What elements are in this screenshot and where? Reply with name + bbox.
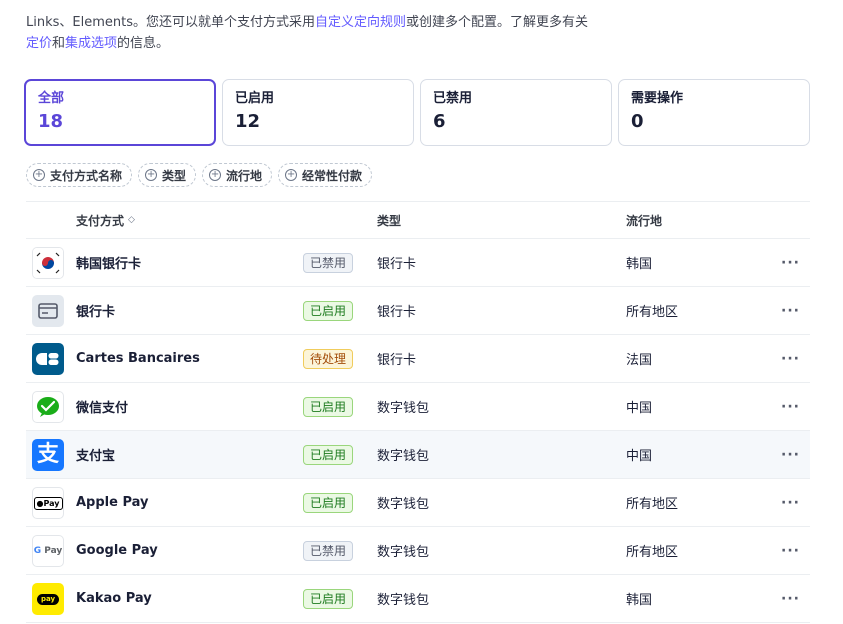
table-row[interactable]: Cartes Bancaires 待处理 银行卡 法国 ···	[26, 335, 810, 383]
method-type: 数字钱包	[377, 593, 430, 608]
more-actions-button[interactable]: ···	[781, 591, 800, 607]
kakao-pay-logo: pay	[32, 583, 64, 615]
method-region: 中国	[626, 449, 653, 464]
add-circle-icon: +	[33, 169, 45, 181]
method-name: 微信支付	[76, 401, 129, 416]
filter-chip-recurring[interactable]: + 经常性付款	[278, 163, 373, 187]
alipay-logo: 支	[32, 439, 64, 471]
column-header-name[interactable]: 支付方式 ◇	[76, 212, 135, 229]
card-count: 18	[38, 111, 64, 132]
method-type: 数字钱包	[377, 545, 430, 560]
column-header-region: 流行地	[626, 213, 663, 228]
method-type: 数字钱包	[377, 497, 430, 512]
more-actions-button[interactable]: ···	[781, 303, 800, 319]
status-badge: 已禁用	[303, 252, 354, 273]
intro-text-2: 或创建多个配置。了解更多有关	[406, 15, 589, 30]
intro-text-1: Links、Elements。您还可以就单个支付方式采用	[26, 15, 315, 30]
method-name: 韩国银行卡	[76, 257, 142, 272]
filter-chips: + 支付方式名称 + 类型 + 流行地 + 经常性付款	[26, 163, 373, 187]
card-label: 已禁用	[433, 91, 473, 106]
korea-flag-icon	[32, 247, 64, 279]
table-row[interactable]: 微信支付 已启用 数字钱包 中国 ···	[26, 383, 810, 431]
method-region: 所有地区	[626, 545, 679, 560]
table-row[interactable]: 银行卡 已启用 银行卡 所有地区 ···	[26, 287, 810, 335]
integration-options-link[interactable]: 集成选项	[65, 36, 117, 51]
method-type: 银行卡	[377, 257, 417, 272]
add-circle-icon: +	[145, 169, 158, 181]
more-actions-button[interactable]: ···	[781, 447, 800, 463]
more-actions-button[interactable]: ···	[781, 255, 800, 271]
filter-chip-type[interactable]: + 类型	[138, 163, 197, 187]
method-name: 银行卡	[76, 305, 116, 320]
method-type: 银行卡	[377, 305, 417, 320]
method-name: 支付宝	[76, 449, 116, 464]
method-region: 所有地区	[626, 305, 679, 320]
method-type: 数字钱包	[377, 401, 430, 416]
method-type: 银行卡	[377, 353, 417, 368]
card-count: 6	[433, 111, 446, 132]
custom-rules-link[interactable]: 自定义定向规则	[315, 15, 406, 30]
more-actions-button[interactable]: ···	[781, 399, 800, 415]
wechat-pay-logo	[32, 391, 64, 423]
table-row[interactable]: pay Kakao Pay 已启用 数字钱包 韩国 ···	[26, 575, 810, 623]
filter-card-disabled[interactable]: 已禁用 6	[420, 79, 612, 146]
column-header-name-label: 支付方式	[76, 213, 125, 228]
method-region: 中国	[626, 401, 653, 416]
method-region: 法国	[626, 353, 653, 368]
pricing-link[interactable]: 定价	[26, 36, 52, 51]
column-header-type: 类型	[377, 213, 402, 228]
method-type: 数字钱包	[377, 449, 430, 464]
more-actions-button[interactable]: ···	[781, 495, 800, 511]
method-name: Cartes Bancaires	[76, 351, 200, 366]
card-label: 全部	[38, 91, 65, 106]
status-filter-cards: 全部 18 已启用 12 已禁用 6 需要操作 0	[24, 79, 810, 146]
filter-chip-region[interactable]: + 流行地	[202, 163, 273, 187]
method-name: Google Pay	[76, 543, 158, 558]
filter-card-action-required[interactable]: 需要操作 0	[618, 79, 810, 146]
method-region: 所有地区	[626, 497, 679, 512]
sort-icon: ◇	[128, 215, 135, 225]
intro-text: Links、Elements。您还可以就单个支付方式采用自定义定向规则或创建多个…	[26, 12, 646, 54]
more-actions-button[interactable]: ···	[781, 543, 800, 559]
status-badge: 已启用	[303, 444, 354, 465]
status-badge: 待处理	[303, 348, 354, 369]
card-count: 0	[631, 111, 644, 132]
more-actions-button[interactable]: ···	[781, 351, 800, 367]
cartes-bancaires-logo	[32, 343, 64, 375]
add-circle-icon: +	[285, 169, 298, 181]
status-badge: 已启用	[303, 300, 354, 321]
status-badge: 已启用	[303, 588, 354, 609]
card-icon	[32, 295, 64, 327]
chip-label: 经常性付款	[302, 168, 363, 183]
intro-text-3: 和	[52, 36, 66, 51]
filter-card-all[interactable]: 全部 18	[24, 79, 216, 146]
table-row[interactable]: 支 支付宝 已启用 数字钱包 中国 ···	[26, 431, 810, 479]
add-circle-icon: +	[209, 169, 222, 181]
chip-label: 支付方式名称	[50, 168, 123, 183]
card-count: 12	[235, 111, 261, 132]
status-badge: 已启用	[303, 492, 354, 513]
status-badge: 已启用	[303, 396, 354, 417]
card-label: 需要操作	[631, 91, 684, 106]
filter-card-enabled[interactable]: 已启用 12	[222, 79, 414, 146]
payment-methods-table: 支付方式 ◇ 类型 流行地 韩国银行卡 已禁用 银行卡 韩国 ··· 银行卡 已…	[26, 201, 810, 623]
table-row[interactable]: 韩国银行卡 已禁用 银行卡 韩国 ···	[26, 239, 810, 287]
apple-pay-logo: ●Pay	[32, 487, 64, 519]
method-region: 韩国	[626, 257, 653, 272]
method-region: 韩国	[626, 593, 653, 608]
filter-chip-name[interactable]: + 支付方式名称	[26, 163, 133, 187]
table-row[interactable]: ●Pay Apple Pay 已启用 数字钱包 所有地区 ···	[26, 479, 810, 527]
method-name: Apple Pay	[76, 495, 149, 510]
table-header: 支付方式 ◇ 类型 流行地	[26, 202, 810, 239]
table-row[interactable]: G Pay Google Pay 已禁用 数字钱包 所有地区 ···	[26, 527, 810, 575]
intro-text-4: 的信息。	[117, 36, 170, 51]
card-label: 已启用	[235, 91, 275, 106]
method-name: Kakao Pay	[76, 591, 152, 606]
chip-label: 类型	[162, 168, 187, 183]
status-badge: 已禁用	[303, 540, 354, 561]
google-pay-logo: G Pay	[32, 535, 64, 567]
chip-label: 流行地	[226, 168, 263, 183]
